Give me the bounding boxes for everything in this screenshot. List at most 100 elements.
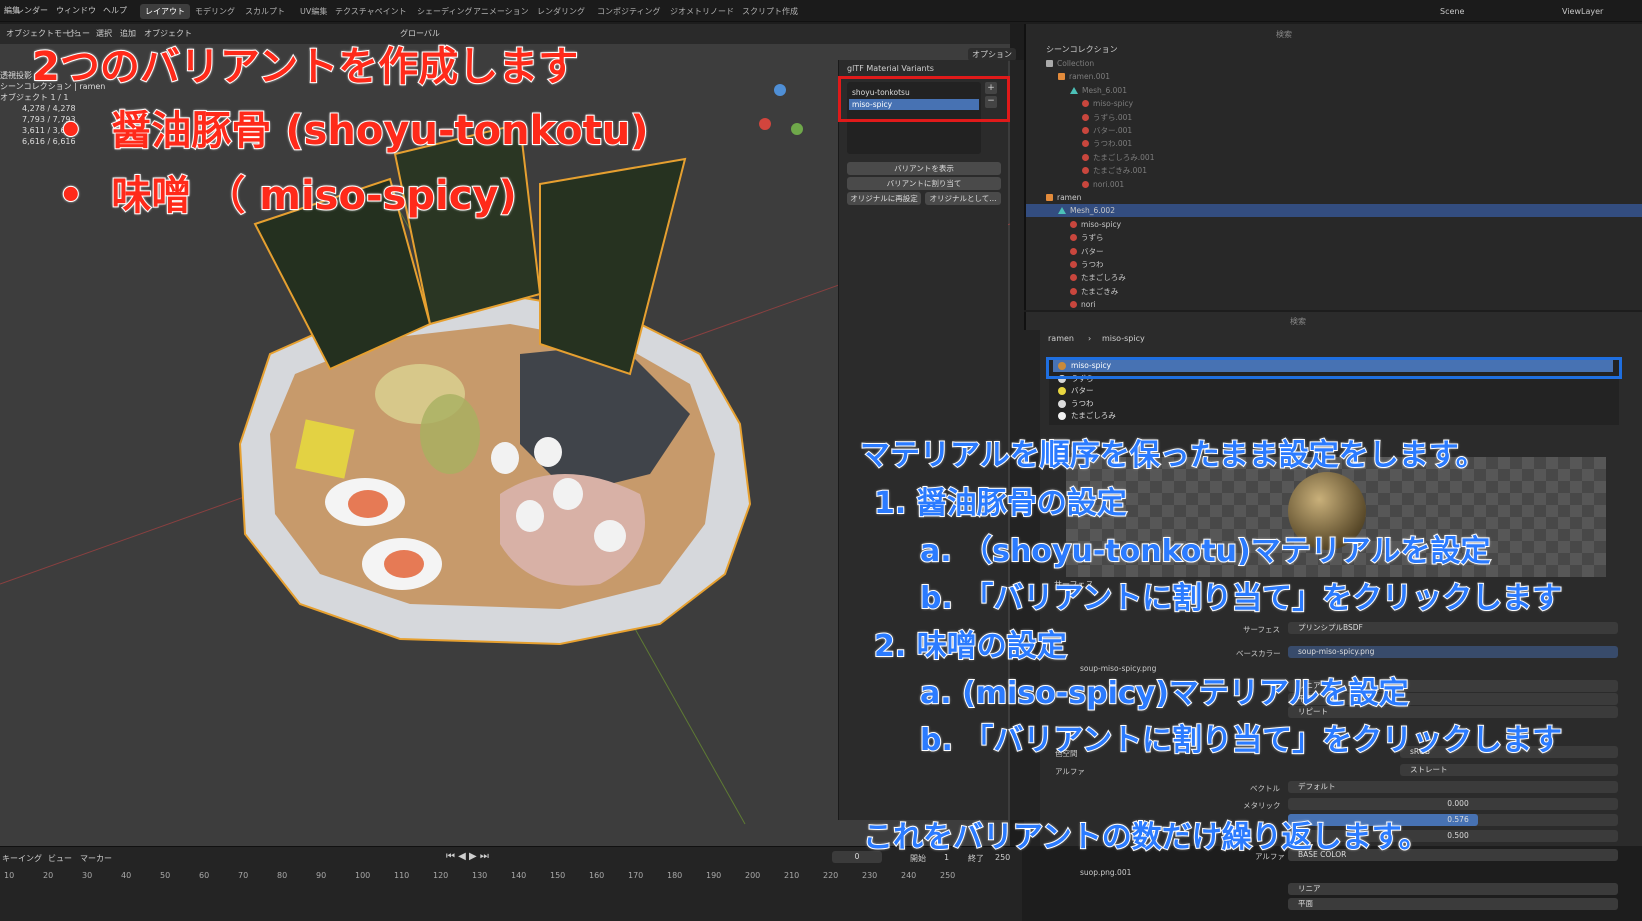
material-icon	[1058, 412, 1066, 420]
material-icon	[1082, 167, 1089, 175]
outliner-row-label: Mesh_6.002	[1070, 206, 1115, 216]
blue-step-2a: a. (miso-spicy)マテリアルを設定	[919, 675, 1410, 712]
outliner-row[interactable]: うつわ	[1026, 258, 1642, 271]
timeline: キーイング ビュー マーカー ⏮ ◀ ▶ ⏭ 0 開始 1 終了 250 10 2…	[0, 846, 1022, 921]
workspace-tab-2[interactable]: スカルプト	[240, 4, 290, 19]
blue-step-1a: a. （shoyu-tonkotu)マテリアルを設定	[919, 533, 1491, 570]
outliner-row[interactable]: miso-spicy	[1026, 97, 1642, 110]
tl-menu-keying[interactable]: キーイング	[2, 853, 42, 864]
timeline-tick: 210	[784, 871, 800, 880]
workspace-tab-0[interactable]: レイアウト	[140, 4, 190, 19]
workspace-tab-3[interactable]: UV編集	[295, 4, 332, 19]
workspace-tab-6[interactable]: アニメーション	[468, 4, 534, 19]
tl-menu-marker[interactable]: マーカー	[80, 853, 112, 864]
outliner-row-label: miso-spicy	[1081, 219, 1122, 229]
timeline-tick: 220	[823, 871, 839, 880]
material-icon	[1082, 153, 1089, 161]
object-icon	[1058, 73, 1065, 81]
outliner-row[interactable]: バター	[1026, 245, 1642, 258]
outliner-row[interactable]: たまごしろみ	[1026, 271, 1642, 284]
material-icon	[1070, 220, 1077, 228]
outliner-row[interactable]: うつわ.001	[1026, 137, 1642, 150]
material-icon	[1070, 287, 1077, 295]
outliner-row[interactable]: Collection	[1026, 57, 1642, 70]
timeline-tick: 130	[472, 871, 488, 880]
menu-render[interactable]: レンダー	[16, 5, 48, 16]
base-color-texture[interactable]: soup-miso-spicy.png	[1288, 646, 1618, 658]
blue-step-2b: b. 「バリアントに割り当て」をクリックします	[919, 722, 1563, 759]
outliner-row-label: バター.001	[1093, 126, 1133, 135]
outliner-row[interactable]: たまごしろみ.001	[1026, 151, 1642, 164]
workspace-tab-10[interactable]: スクリプト作成	[737, 4, 803, 19]
metallic-slider[interactable]: 0.000	[1288, 798, 1618, 810]
outliner-row-label: miso-spicy	[1093, 99, 1134, 109]
timeline-tick: 240	[901, 871, 917, 880]
props-search[interactable]: 検索	[1290, 316, 1306, 327]
assign-original-button[interactable]: オリジナルとして...	[925, 192, 1001, 205]
outliner-row-label: たまごしろみ.001	[1093, 152, 1155, 162]
outliner-row-label: たまごきみ	[1081, 286, 1119, 296]
material-slot[interactable]: たまごしろみ	[1053, 410, 1613, 422]
outliner-row[interactable]: うずら.001	[1026, 111, 1642, 124]
blue-step-1b: b. 「バリアントに割り当て」をクリックします	[919, 580, 1563, 617]
material-slot[interactable]: うつわ	[1053, 398, 1613, 410]
outliner-row[interactable]: nori.001	[1026, 178, 1642, 191]
material-slot-label: うつわ	[1071, 398, 1094, 408]
workspace-tab-7[interactable]: レンダリング	[532, 4, 590, 19]
projection2[interactable]: 平面	[1288, 898, 1618, 910]
tl-menu-view[interactable]: ビュー	[48, 853, 72, 864]
menu-window[interactable]: ウィンドウ	[56, 5, 96, 16]
outliner-row[interactable]: nori	[1026, 298, 1642, 311]
material-slot[interactable]: バター	[1053, 385, 1613, 397]
material-icon	[1070, 261, 1077, 268]
material-icon	[1082, 180, 1089, 188]
specular-value: 0.576	[1447, 815, 1469, 824]
outliner-search[interactable]: 検索	[1276, 29, 1292, 40]
scene-collection-label: シーンコレクション	[1046, 45, 1118, 54]
display-variant-button[interactable]: バリアントを表示	[847, 162, 1001, 175]
outliner-row-label: うずら	[1081, 233, 1104, 243]
outliner-row[interactable]: ramen.001	[1026, 70, 1642, 83]
reset-original-button[interactable]: オリジナルに再設定	[847, 192, 921, 205]
workspace-tab-4[interactable]: テクスチャペイント	[330, 4, 412, 19]
timeline-tick: 160	[589, 871, 605, 880]
viewlayer-label[interactable]: ViewLayer	[1562, 7, 1603, 16]
surface-shader[interactable]: プリンシプルBSDF	[1288, 622, 1618, 634]
scene-label[interactable]: Scene	[1440, 7, 1464, 16]
collection-icon	[1046, 60, 1053, 67]
red-bullet-1-text: 醤油豚骨 (shoyu-tonkotu)	[110, 107, 649, 155]
timeline-tick: 140	[511, 871, 527, 880]
material-icon	[1070, 247, 1077, 255]
assign-variant-button[interactable]: バリアントに割り当て	[847, 177, 1001, 190]
outliner-row[interactable]: miso-spicy	[1026, 218, 1642, 231]
timeline-tick: 40	[121, 871, 132, 880]
outliner-row[interactable]: バター.001	[1026, 124, 1642, 137]
alpha-mode[interactable]: ストレート	[1400, 764, 1618, 776]
material-slot-label: たまごしろみ	[1071, 411, 1116, 420]
base-color-label: ベースカラー	[1236, 649, 1281, 658]
outliner-row-label: Mesh_6.001	[1082, 85, 1127, 95]
material-slot-label: バター	[1071, 386, 1094, 395]
timeline-tick: 100	[355, 871, 371, 880]
menu-help[interactable]: ヘルプ	[103, 5, 127, 16]
playback-controls[interactable]: ⏮ ◀ ▶ ⏭	[446, 851, 489, 862]
workspace-tab-9[interactable]: ジオメトリノード	[665, 4, 739, 19]
outliner-row[interactable]: Mesh_6.001	[1026, 84, 1642, 97]
material-icon	[1070, 301, 1077, 309]
timeline-tick: 20	[43, 871, 54, 880]
timeline-tick: 80	[277, 871, 288, 880]
material-icon	[1058, 387, 1066, 395]
image2-name[interactable]: suop.png.001	[1080, 868, 1131, 877]
outliner-row[interactable]: Mesh_6.002	[1026, 204, 1642, 218]
outliner-row[interactable]: たまごきみ	[1026, 285, 1642, 298]
vector-value[interactable]: デフォルト	[1288, 781, 1618, 793]
interpolation2[interactable]: リニア	[1288, 883, 1618, 895]
workspace-tab-8[interactable]: コンポジティング	[592, 4, 666, 19]
metallic-label: メタリック	[1243, 801, 1281, 810]
timeline-tick: 60	[199, 871, 210, 880]
outliner-row[interactable]: たまごきみ.001	[1026, 164, 1642, 177]
outliner-row[interactable]: うずら	[1026, 231, 1642, 244]
breadcrumb-material: miso-spicy	[1102, 334, 1145, 343]
workspace-tab-1[interactable]: モデリング	[190, 4, 240, 19]
outliner-row[interactable]: ramen	[1026, 191, 1642, 204]
